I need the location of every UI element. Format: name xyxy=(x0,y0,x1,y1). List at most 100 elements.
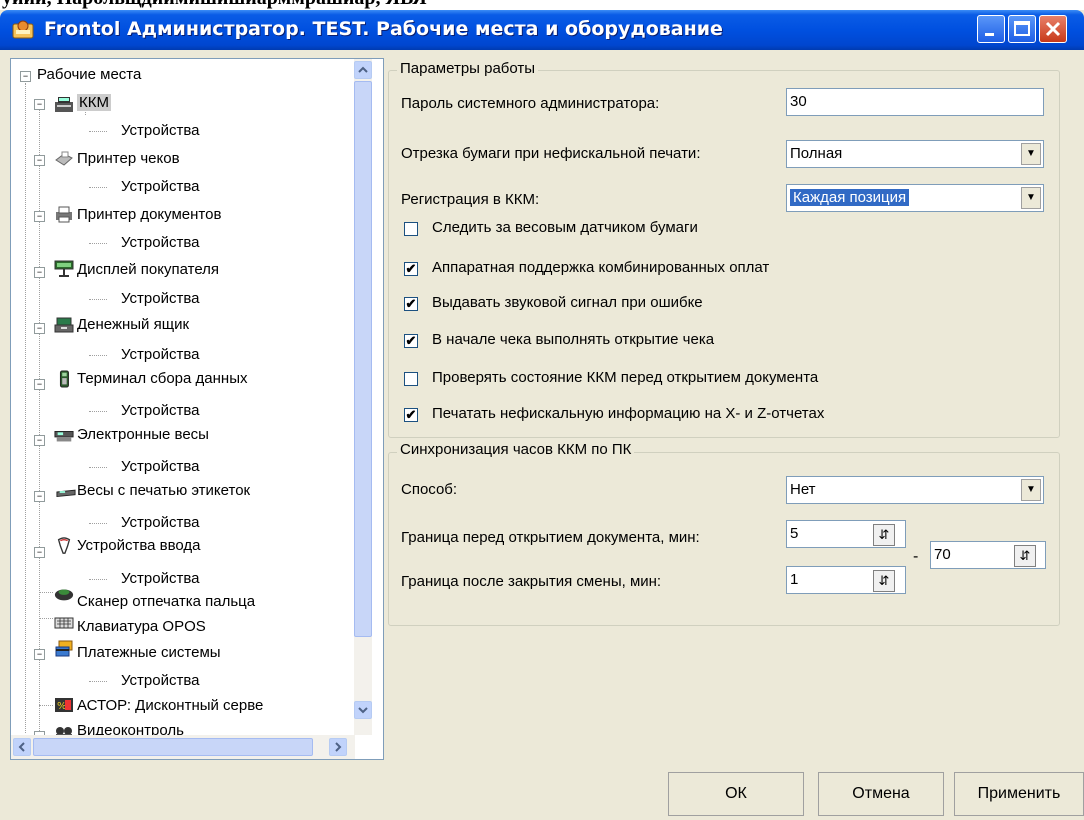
admin-password-label: Пароль системного администратора: xyxy=(401,95,660,112)
scroll-thumb[interactable] xyxy=(354,81,372,637)
paper-weight-sensor-checkbox[interactable] xyxy=(404,222,418,236)
minimize-button[interactable] xyxy=(977,15,1005,43)
tree-item-customer-display[interactable]: Дисплей покупателя xyxy=(77,258,219,282)
cash-register-icon xyxy=(55,97,73,112)
tree-item-workplaces[interactable]: Рабочие места xyxy=(37,63,141,87)
spin-buttons-icon[interactable]: ⇵ xyxy=(873,570,895,592)
scroll-thumb[interactable] xyxy=(33,738,313,756)
tree-connector xyxy=(89,243,107,244)
tree-item-devices[interactable]: Устройства xyxy=(121,511,199,535)
tree-item-label: Устройства ввода xyxy=(77,537,201,554)
tree-item-data-terminal[interactable]: Терминал сбора данных xyxy=(77,367,247,391)
close-button[interactable] xyxy=(1039,15,1067,43)
collapse-toggle[interactable]: − xyxy=(34,649,45,660)
scroll-right-button[interactable] xyxy=(329,738,347,756)
collapse-toggle[interactable]: − xyxy=(34,435,45,446)
tree-item-kkm[interactable]: ККМ xyxy=(77,91,111,115)
tree-item-devices[interactable]: Устройства xyxy=(121,287,199,311)
tree-item-fingerprint-scanner[interactable]: Сканер отпечатка пальца xyxy=(77,590,255,614)
tree-item-scales[interactable]: Электронные весы xyxy=(77,423,209,447)
maximize-button[interactable] xyxy=(1008,15,1036,43)
tree-item-cash-drawer[interactable]: Денежный ящик xyxy=(77,313,189,337)
tree-item-discount-server[interactable]: АСТОР: Дисконтный серве xyxy=(77,694,263,718)
cash-drawer-icon xyxy=(54,317,74,333)
chevron-down-icon xyxy=(358,707,368,714)
chevron-up-icon xyxy=(358,66,368,73)
tree-item-label: Рабочие места xyxy=(37,66,142,83)
tree-connector xyxy=(89,411,107,412)
apply-button[interactable]: Применить xyxy=(954,772,1084,816)
spin-buttons-icon[interactable]: ⇵ xyxy=(1014,545,1036,567)
paper-cut-select[interactable]: Полная ▼ xyxy=(786,140,1044,168)
label-scales-icon xyxy=(56,489,76,498)
document-printer-icon xyxy=(56,206,72,223)
collapse-toggle[interactable]: − xyxy=(34,267,45,278)
tree-item-devices[interactable]: Устройства xyxy=(121,231,199,255)
tree-horizontal-scrollbar[interactable] xyxy=(11,735,355,759)
dropdown-arrow-icon[interactable]: ▼ xyxy=(1021,143,1041,165)
collapse-toggle[interactable]: − xyxy=(34,491,45,502)
discount-server-icon: % xyxy=(55,698,73,712)
frontol-app-icon xyxy=(12,20,34,39)
tree-item-label: Принтер чеков xyxy=(77,150,180,167)
work-params-legend: Параметры работы xyxy=(397,60,539,77)
open-receipt-checkbox[interactable]: ✔ xyxy=(404,334,418,348)
tree-item-label: Устройства xyxy=(121,402,200,419)
open-receipt-label: В начале чека выполнять открытие чека xyxy=(432,331,715,348)
collapse-toggle[interactable]: − xyxy=(34,547,45,558)
tree-item-payment-systems[interactable]: Платежные системы xyxy=(77,641,221,665)
chevron-right-icon xyxy=(335,742,342,752)
combined-payments-checkbox[interactable]: ✔ xyxy=(404,262,418,276)
cropped-caption-text: уиии, Парольщдиимишишиарммрашиар, ЯВЯ xyxy=(0,0,1084,9)
tree-item-devices[interactable]: Устройства xyxy=(121,567,199,591)
tree-item-devices[interactable]: Устройства xyxy=(121,175,199,199)
cancel-button[interactable]: Отмена xyxy=(818,772,944,816)
tree-connector xyxy=(39,618,53,619)
tree-item-opos-keyboard[interactable]: Клавиатура OPOS xyxy=(77,615,206,639)
spin-buttons-icon[interactable]: ⇵ xyxy=(873,524,895,546)
scroll-down-button[interactable] xyxy=(354,701,372,719)
workplaces-tree[interactable]: − Рабочие места − ККМ Устройства − Принт… xyxy=(10,58,384,760)
collapse-toggle[interactable]: − xyxy=(34,323,45,334)
check-kkm-state-label: Проверять состояние ККМ перед открытием … xyxy=(432,369,819,386)
collapse-toggle[interactable]: − xyxy=(34,155,45,166)
admin-password-value: 30 xyxy=(790,93,807,110)
tree-item-document-printer[interactable]: Принтер документов xyxy=(77,203,221,227)
collapse-toggle[interactable]: − xyxy=(34,379,45,390)
sync-method-select[interactable]: Нет ▼ xyxy=(786,476,1044,504)
tree-item-label: Устройства xyxy=(121,234,200,251)
window-title: Frontol Администратор. TEST. Рабочие мес… xyxy=(44,18,723,40)
check-kkm-state-checkbox[interactable] xyxy=(404,372,418,386)
tree-item-receipt-printer[interactable]: Принтер чеков xyxy=(77,147,180,171)
tree-item-label-scales[interactable]: Весы с печатью этикеток xyxy=(77,479,250,503)
tree-item-devices[interactable]: Устройства xyxy=(121,455,199,479)
tree-item-label: Терминал сбора данных xyxy=(77,370,248,387)
scroll-left-button[interactable] xyxy=(13,738,31,756)
collapse-toggle[interactable]: − xyxy=(20,71,31,82)
scroll-up-button[interactable] xyxy=(354,61,372,79)
tree-connector xyxy=(89,187,107,188)
tree-item-devices[interactable]: Устройства xyxy=(121,343,199,367)
before-open-label: Граница перед открытием документа, мин: xyxy=(401,529,700,546)
ok-button[interactable]: ОК xyxy=(668,772,804,816)
tree-item-label: Клавиатура OPOS xyxy=(77,618,206,635)
sync-method-value: Нет xyxy=(790,481,816,498)
close-icon xyxy=(1045,21,1061,37)
tree-item-devices[interactable]: Устройства xyxy=(121,399,199,423)
tree-item-devices[interactable]: Устройства xyxy=(121,119,199,143)
collapse-toggle[interactable]: − xyxy=(34,99,45,110)
maximize-icon xyxy=(1014,21,1030,36)
dropdown-arrow-icon[interactable]: ▼ xyxy=(1021,187,1041,209)
title-bar[interactable]: Frontol Администратор. TEST. Рабочие мес… xyxy=(0,10,1084,50)
after-close-value: 1 xyxy=(790,571,799,588)
registration-select[interactable]: Каждая позиция ▼ xyxy=(786,184,1044,212)
error-sound-checkbox[interactable]: ✔ xyxy=(404,297,418,311)
after-close-label: Граница после закрытия смены, мин: xyxy=(401,573,662,590)
tree-vertical-scrollbar[interactable] xyxy=(354,59,372,735)
print-nonfiscal-xz-checkbox[interactable]: ✔ xyxy=(404,408,418,422)
dropdown-arrow-icon[interactable]: ▼ xyxy=(1021,479,1041,501)
collapse-toggle[interactable]: − xyxy=(34,211,45,222)
admin-password-field[interactable]: 30 xyxy=(786,88,1044,116)
tree-item-devices[interactable]: Устройства xyxy=(121,669,199,693)
tree-item-input-devices[interactable]: Устройства ввода xyxy=(77,534,201,558)
